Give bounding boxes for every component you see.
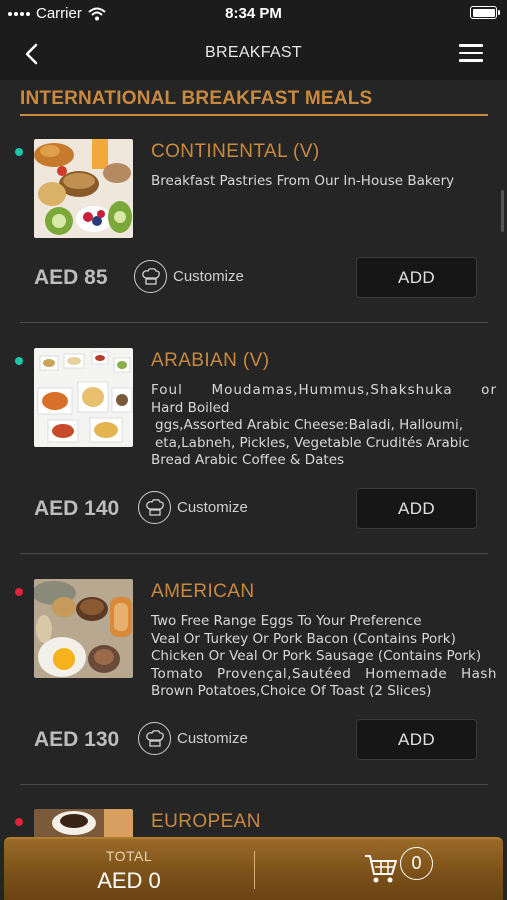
cart-count-badge[interactable]: 0 — [400, 847, 433, 880]
item-description: Foul Moudamas,Hummus,Shakshuka or Hard B… — [151, 382, 497, 468]
nav-bar: BREAKFAST — [0, 28, 507, 80]
total-label: TOTAL — [105, 848, 153, 864]
chef-hat-icon — [134, 260, 167, 293]
menu-item-european: EUROPEAN — [0, 800, 507, 837]
item-name: CONTINENTAL (V) — [151, 141, 320, 162]
chef-hat-icon — [138, 491, 171, 524]
menu-icon[interactable] — [459, 44, 483, 62]
add-button[interactable]: ADD — [356, 257, 477, 298]
item-divider — [20, 553, 488, 554]
item-name: AMERICAN — [151, 581, 255, 602]
total-value: AED 0 — [97, 868, 161, 893]
american-image — [34, 579, 133, 678]
page-title: BREAKFAST — [205, 44, 302, 61]
european-image — [34, 809, 133, 837]
footer-divider — [254, 851, 255, 889]
item-price: AED 85 — [34, 266, 108, 289]
menu-item-arabian: ARABIAN (V) Foul Moudamas,Hummus,Shakshu… — [0, 339, 507, 569]
item-divider — [20, 322, 488, 323]
item-description: Two Free Range Eggs To Your Preference V… — [151, 613, 497, 699]
add-button[interactable]: ADD — [356, 719, 477, 760]
status-bar: Carrier 8:34 PM — [0, 0, 507, 28]
status-time: 8:34 PM — [225, 5, 282, 22]
menu-item-american: AMERICAN Two Free Range Eggs To Your Pre… — [0, 570, 507, 800]
nonveg-indicator-icon — [15, 588, 23, 596]
item-name: EUROPEAN — [151, 811, 261, 832]
battery-icon — [470, 6, 500, 19]
cart-summary-bar: TOTAL AED 0 0 — [4, 837, 503, 900]
menu-item-continental: CONTINENTAL (V) Breakfast Pastries From … — [0, 130, 507, 360]
item-description: Breakfast Pastries From Our In-House Bak… — [151, 173, 455, 189]
veg-indicator-icon — [15, 357, 23, 365]
customize-label: Customize — [177, 499, 248, 516]
item-price: AED 140 — [34, 497, 120, 520]
cart-icon[interactable] — [364, 853, 398, 885]
customize-button[interactable]: Customize — [134, 260, 244, 293]
item-name: ARABIAN (V) — [151, 350, 270, 371]
customize-label: Customize — [173, 268, 244, 285]
item-divider — [20, 784, 488, 785]
nonveg-indicator-icon — [15, 818, 23, 826]
item-price: AED 130 — [34, 728, 120, 751]
customize-label: Customize — [177, 730, 248, 747]
section-divider — [20, 114, 488, 116]
veg-indicator-icon — [15, 148, 23, 156]
continental-image — [34, 139, 133, 238]
add-button[interactable]: ADD — [356, 488, 477, 529]
section-title: INTERNATIONAL BREAKFAST MEALS — [20, 88, 373, 109]
arabian-image — [34, 348, 133, 447]
chef-hat-icon — [138, 722, 171, 755]
customize-button[interactable]: Customize — [138, 722, 248, 755]
customize-button[interactable]: Customize — [138, 491, 248, 524]
